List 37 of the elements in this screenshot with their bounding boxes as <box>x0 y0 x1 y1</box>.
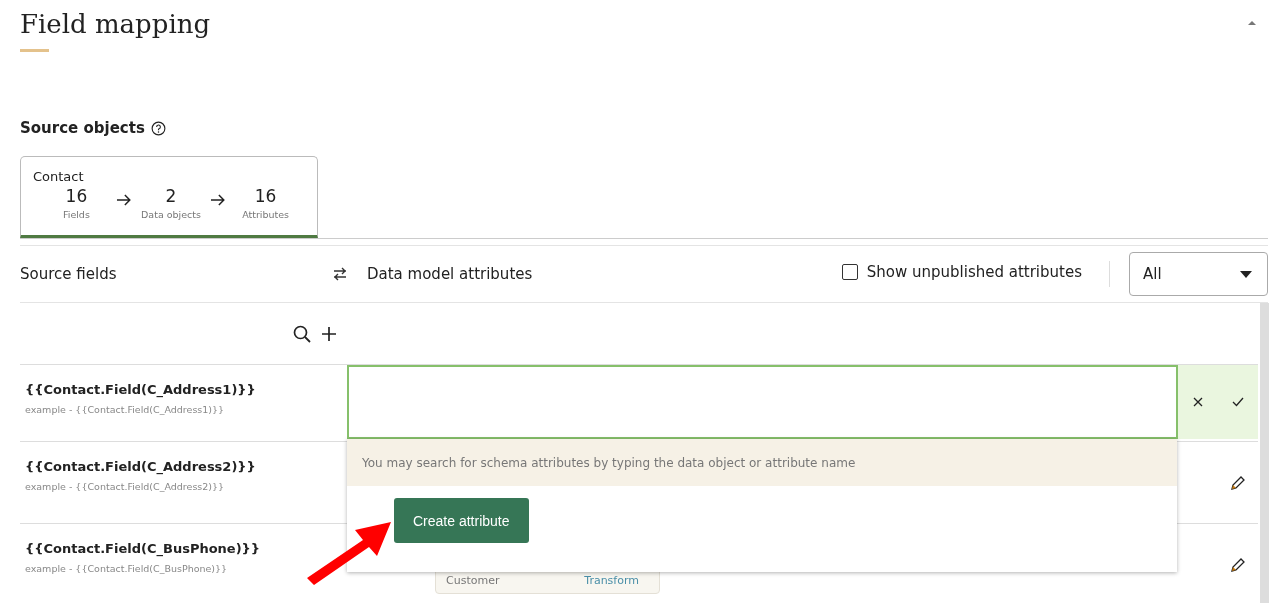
pencil-icon[interactable] <box>1230 556 1246 573</box>
object-label: Customer <box>446 574 500 589</box>
stat-label: Attributes <box>242 209 290 220</box>
page-title: Field mapping <box>20 9 211 39</box>
column-heading: Source fields <box>20 265 118 283</box>
field-example: example - {{Contact.Field(C_Address2)}} <box>25 481 226 492</box>
field-example: example - {{Contact.Field(C_BusPhone)}} <box>25 563 229 574</box>
field-name: {{Contact.Field(C_Address1)}} <box>25 382 257 397</box>
section-heading: Source objects <box>20 119 145 137</box>
field-example: example - {{Contact.Field(C_Address1)}} <box>25 404 226 415</box>
field-name: {{Contact.Field(C_BusPhone)}} <box>25 541 262 556</box>
caret-icon <box>1240 270 1252 278</box>
add-icon[interactable] <box>321 325 337 342</box>
unpublished-checkbox[interactable]: Show unpublished attributes <box>841 263 1082 281</box>
create-attribute-button[interactable]: Create attribute <box>394 498 529 543</box>
filter-select[interactable]: All <box>1129 252 1268 296</box>
scrollbar[interactable] <box>1260 303 1269 603</box>
stat-value: 16 <box>254 186 277 206</box>
collapse-icon[interactable] <box>1247 20 1257 26</box>
stat-label: Data objects <box>141 209 201 220</box>
stat-label: Fields <box>62 209 90 220</box>
pencil-icon[interactable] <box>1230 474 1246 491</box>
column-heading: Data model attributes <box>367 265 533 283</box>
swap-icon[interactable] <box>332 267 348 281</box>
attribute-input[interactable] <box>347 365 1178 439</box>
arrow-icon <box>210 194 227 206</box>
tab-title: Contact <box>33 169 85 184</box>
field-name: {{Contact.Field(C_Address2)}} <box>25 459 257 474</box>
search-icon[interactable] <box>293 324 311 343</box>
hint-text: You may search for schema attributes by typing the data object or attribute name <box>347 439 1177 486</box>
check-icon <box>1231 397 1244 407</box>
stat-value: 2 <box>165 186 177 206</box>
arrow-icon <box>115 194 132 206</box>
stat-value: 16 <box>65 186 88 206</box>
help-icon[interactable] <box>150 120 166 136</box>
source-object-tab[interactable]: Contact 16 Fields 2 Data objects 16 Attributes <box>20 156 318 238</box>
close-icon <box>1192 397 1203 407</box>
